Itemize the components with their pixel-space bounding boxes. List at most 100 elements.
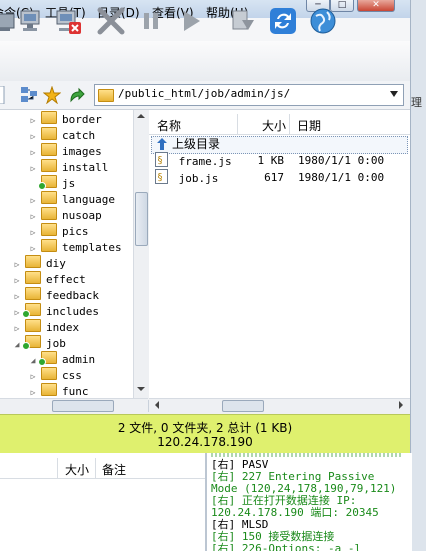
up-directory-icon[interactable]	[67, 86, 85, 104]
tree-item-border[interactable]: ▷ border	[28, 111, 102, 127]
tree-item-admin[interactable]: ◢ admin	[28, 351, 95, 367]
tree-item-js[interactable]: js	[28, 175, 75, 191]
status-ip: 120.24.178.190	[157, 435, 253, 449]
file-hscroll-thumb[interactable]	[222, 400, 264, 412]
folder-icon	[25, 287, 41, 300]
log-line: [右] 226-Options: -a -l	[211, 542, 362, 551]
tree-item-label: admin	[62, 353, 96, 366]
tree-item-images[interactable]: ▷ images	[28, 143, 102, 159]
connect-icon[interactable]	[18, 6, 48, 36]
file-name: frame.js	[178, 155, 232, 168]
column-name-header[interactable]: 名称	[157, 117, 181, 134]
tree-item-job[interactable]: ◢ job	[12, 335, 66, 351]
star-icon[interactable]	[43, 86, 61, 104]
status-summary: 2 文件, 0 文件夹, 2 总计 (1 KB)	[117, 421, 293, 435]
tree-item-label: border	[62, 113, 102, 126]
tree-item-index[interactable]: ▷ index	[12, 319, 79, 335]
tree-item-includes[interactable]: ▷ includes	[12, 303, 99, 319]
upload-icon[interactable]	[0, 6, 20, 36]
folder-icon	[25, 271, 41, 284]
tree-item-label: nusoap	[62, 209, 102, 222]
folder-icon	[25, 255, 41, 268]
header-divider	[57, 458, 58, 478]
js-file-icon	[155, 169, 168, 186]
tree-item-label: js	[62, 177, 76, 190]
scroll-up-icon[interactable]	[136, 111, 146, 121]
folder-icon	[41, 127, 57, 140]
file-name: job.js	[178, 172, 219, 185]
tree-item-label: images	[62, 145, 102, 158]
tree-item-func[interactable]: ▷ func	[28, 383, 89, 399]
tree-item-label: css	[62, 369, 82, 382]
path-dropdown-edge-icon[interactable]	[0, 86, 5, 104]
tree-item-label: job	[46, 337, 66, 350]
background-window-edge	[410, 0, 426, 551]
sitemap-icon[interactable]	[20, 86, 38, 104]
folder-icon	[41, 239, 57, 252]
path-text[interactable]: /public_html/job/admin/js/	[118, 87, 290, 100]
chevron-down-icon[interactable]	[389, 90, 399, 98]
tree-item-effect[interactable]: ▷ effect	[12, 271, 86, 287]
close-button[interactable]: ✕	[357, 0, 395, 12]
scroll-right-icon[interactable]	[396, 400, 406, 410]
folder-icon	[41, 191, 57, 204]
stop-icon[interactable]	[96, 6, 126, 36]
file-date: 1980/1/1 0:00	[298, 154, 385, 167]
folder-icon	[41, 159, 57, 172]
tree-vertical-scrollbar[interactable]	[133, 110, 149, 400]
pause-icon[interactable]	[136, 6, 166, 36]
tree-item-nusoap[interactable]: ▷ nusoap	[28, 207, 102, 223]
tree-item-catch[interactable]: ▷ catch	[28, 127, 95, 143]
queue-note-header[interactable]: 备注	[102, 461, 126, 478]
queue-size-header[interactable]: 大小	[65, 461, 89, 478]
folder-icon	[41, 223, 57, 236]
folder-icon	[22, 335, 41, 350]
tree-item-label: language	[62, 193, 115, 206]
expander-icon[interactable]: ◢	[12, 337, 22, 353]
tree-item-diy[interactable]: ▷ diy	[12, 255, 66, 271]
tree-item-label: templates	[62, 241, 122, 254]
globe-icon[interactable]	[308, 6, 338, 36]
tree-scroll-thumb[interactable]	[135, 192, 148, 246]
folder-icon	[41, 367, 57, 380]
file-horizontal-scrollbar[interactable]	[149, 398, 410, 413]
folder-icon	[22, 303, 41, 318]
scroll-left-icon[interactable]	[152, 400, 162, 410]
refresh-icon[interactable]	[268, 6, 298, 36]
column-date-header[interactable]: 日期	[297, 117, 321, 134]
tree-item-label: includes	[46, 305, 99, 318]
tree-item-install[interactable]: ▷ install	[28, 159, 108, 175]
scroll-down-icon[interactable]	[136, 384, 146, 394]
tree-item-css[interactable]: ▷ css	[28, 367, 82, 383]
header-divider	[95, 458, 96, 478]
folder-icon	[25, 319, 41, 332]
folder-icon	[38, 351, 57, 366]
column-size-header[interactable]: 大小	[262, 117, 286, 134]
folder-icon	[38, 175, 57, 190]
folder-icon	[41, 111, 57, 124]
tree-item-templates[interactable]: ▷ templates	[28, 239, 122, 255]
header-divider	[237, 114, 238, 134]
tree-item-label: catch	[62, 129, 96, 142]
tree-item-language[interactable]: ▷ language	[28, 191, 115, 207]
path-folder-icon	[98, 89, 114, 102]
toolbar	[0, 41, 410, 82]
transfer-icon[interactable]	[228, 6, 258, 36]
tree-item-label: install	[62, 161, 109, 174]
js-file-icon	[155, 152, 168, 169]
tree-hscroll-thumb[interactable]	[52, 400, 114, 412]
header-divider	[289, 114, 290, 134]
disconnect-icon[interactable]	[54, 6, 84, 36]
parent-directory-icon	[157, 138, 167, 150]
tree-item-label: index	[46, 321, 80, 334]
file-size: 1 KB	[257, 154, 285, 167]
parent-directory-label: 上级目录	[172, 137, 221, 151]
file-date: 1980/1/1 0:00	[298, 171, 385, 184]
tree-item-feedback[interactable]: ▷ feedback	[12, 287, 99, 303]
folder-icon	[41, 383, 57, 396]
log-partial-line	[211, 453, 401, 457]
play-icon[interactable]	[176, 6, 206, 36]
tree-item-label: func	[62, 385, 89, 398]
tree-item-label: effect	[46, 273, 86, 286]
tree-item-pics[interactable]: ▷ pics	[28, 223, 89, 239]
